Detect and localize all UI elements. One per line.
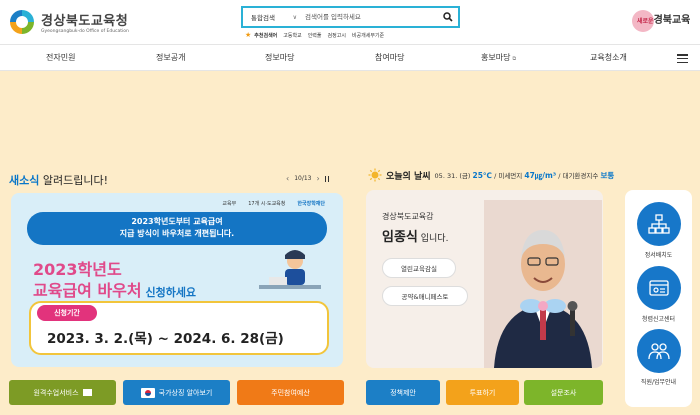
- prev-icon[interactable]: ‹: [286, 174, 289, 183]
- reco-term[interactable]: 인력풀: [308, 32, 322, 39]
- vote-button[interactable]: 투표하기: [446, 380, 519, 405]
- national-symbol-button[interactable]: 국가상징 알아보기: [123, 380, 230, 405]
- brand-text: 경북교육: [653, 15, 691, 26]
- quick-link-staff[interactable]: 직원/업무안내: [625, 329, 692, 386]
- remote-class-button[interactable]: 원격수업서비스: [9, 380, 116, 405]
- pause-icon[interactable]: [324, 175, 330, 182]
- notice-banner[interactable]: 교육부 17개 시·도교육청 한국장학재단 2023학년도부터 교육급여 지급 …: [11, 193, 343, 367]
- resident-budget-button[interactable]: 주민참여예산: [237, 380, 344, 405]
- logo-title: 경상북도교육청: [41, 14, 129, 29]
- nav-item-about[interactable]: 교육청소개: [590, 45, 627, 71]
- header: 경상북도교육청 Gyeongsangbuk-do Office of Educa…: [0, 0, 700, 44]
- search-category-select[interactable]: 통합검색 ∨: [243, 12, 305, 23]
- nav-item-pr[interactable]: 홍보마당 ⧉: [481, 45, 516, 71]
- banner-orgs: 교육부 17개 시·도교육청 한국장학재단: [222, 201, 325, 207]
- period-label: 신청기간: [37, 305, 97, 321]
- chevron-down-icon: ∨: [292, 13, 297, 21]
- nav-item-info-plaza[interactable]: 정보마당: [265, 45, 294, 71]
- search-input[interactable]: [305, 8, 438, 26]
- superintendent-name: 임종식 입니다.: [382, 230, 449, 245]
- org-chart-icon: [647, 214, 670, 234]
- flag-icon: [140, 387, 155, 398]
- period-dates: 2023. 3. 2.(목) ~ 2024. 6. 28(금): [47, 331, 284, 347]
- staff-icon: [647, 343, 670, 360]
- brand-slogan: 새로운경북교육: [632, 10, 690, 33]
- quick-link-org[interactable]: 정서배치도: [625, 202, 692, 259]
- open-office-button[interactable]: 열린교육감실: [382, 258, 456, 278]
- nav-item-participation[interactable]: 참여마당: [375, 45, 404, 71]
- reco-term[interactable]: 비공개세부기준: [352, 32, 384, 39]
- brand-small: 새로운: [637, 18, 654, 25]
- quick-links: 정서배치도 청렴신고센터 직원/업무안내: [625, 190, 692, 407]
- recommended-keywords: ★ 추천검색어 고등학교 인력풀 검정고시 비공개세부기준: [245, 31, 384, 39]
- star-icon: ★: [245, 31, 252, 39]
- site-logo[interactable]: 경상북도교육청 Gyeongsangbuk-do Office of Educa…: [8, 6, 148, 38]
- window-icon: [82, 389, 92, 396]
- manifesto-button[interactable]: 공약&매니페스토: [382, 286, 468, 306]
- weather-date: 05. 31. (금): [434, 171, 471, 180]
- nav-item-civil[interactable]: 전자민원: [46, 45, 75, 71]
- banner-headline-2: 교육급여 바우처 신청하세요: [33, 281, 197, 300]
- survey-button[interactable]: 설문조사: [524, 380, 603, 405]
- superintendent-photo: [484, 200, 602, 368]
- air-index-value: 보통: [600, 170, 615, 180]
- report-window-icon: [648, 280, 669, 296]
- logo-emblem-icon: [8, 8, 36, 36]
- weather-temp: 25℃: [472, 170, 493, 180]
- superintendent-card: 경상북도교육감 임종식 입니다. 열린교육감실 공약&매니페스토: [366, 190, 603, 368]
- banner-pager: ‹ 10/13 ›: [286, 174, 330, 183]
- search-box: 통합검색 ∨: [241, 6, 460, 28]
- reco-title: 추천검색어: [254, 32, 278, 39]
- student-illustration-icon: [255, 247, 325, 297]
- dust-value: 47㎍/m³: [524, 170, 557, 180]
- sun-icon: [368, 168, 382, 182]
- banner-badge: 2023학년도부터 교육급여 지급 방식이 바우처로 개편됩니다.: [27, 212, 327, 245]
- weather-title: 오늘의 날씨: [386, 171, 431, 182]
- search-icon: [443, 12, 453, 22]
- reco-term[interactable]: 검정고시: [328, 32, 346, 39]
- next-icon[interactable]: ›: [317, 174, 320, 183]
- external-link-icon: ⧉: [512, 56, 517, 62]
- policy-proposal-button[interactable]: 정책제안: [366, 380, 440, 405]
- quick-link-integrity[interactable]: 청렴신고센터: [625, 266, 692, 323]
- search-button[interactable]: [438, 8, 458, 26]
- notice-title: 새소식 알려드립니다!: [9, 174, 109, 187]
- menu-icon[interactable]: [677, 54, 688, 63]
- main-nav: 전자민원 정보공개 정보마당 참여마당 홍보마당 ⧉ 교육청소개: [0, 44, 700, 71]
- weather-bar: 오늘의 날씨 05. 31. (금) 25℃ / 미세먼지 47㎍/m³ / 대…: [368, 168, 614, 182]
- logo-subtitle: Gyeongsangbuk-do Office of Education: [41, 29, 129, 34]
- superintendent-title: 경상북도교육감: [382, 212, 434, 221]
- reco-term[interactable]: 고등학교: [283, 32, 301, 39]
- pager-count: 10/13: [294, 175, 312, 182]
- nav-item-info-open[interactable]: 정보공개: [156, 45, 185, 71]
